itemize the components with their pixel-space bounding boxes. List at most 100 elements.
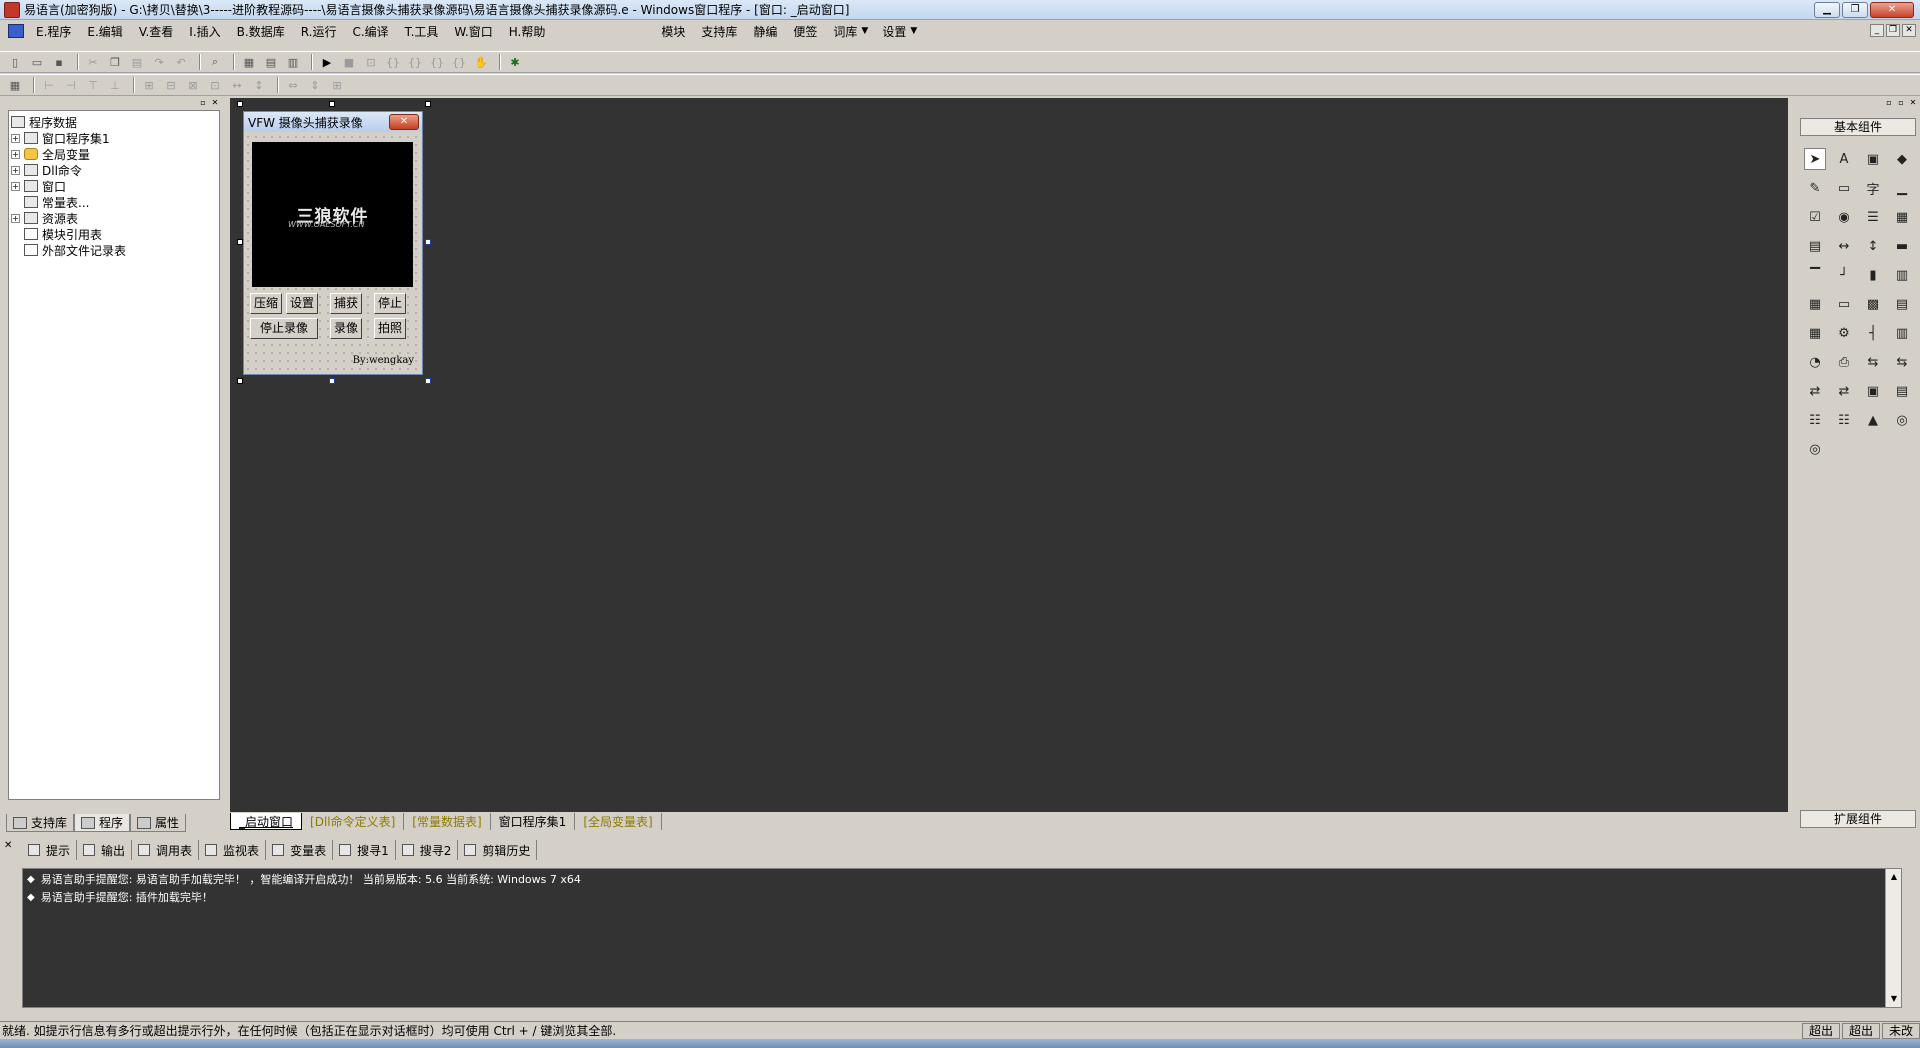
settings-dropdown-icon[interactable]: ▼ — [910, 26, 917, 36]
scroll-up-icon[interactable]: ▲ — [1886, 869, 1902, 885]
mdi-restore-icon[interactable]: ❐ — [1886, 24, 1900, 37]
label-icon[interactable]: A — [1833, 148, 1855, 170]
menu-program[interactable]: E.程序 — [28, 23, 79, 40]
socket-icon[interactable]: ⇆ — [1891, 351, 1913, 373]
redo-icon[interactable]: ↷ — [150, 53, 168, 71]
tab-startup-window[interactable]: _启动窗口 — [230, 813, 303, 830]
tab-hints[interactable]: 提示 — [22, 840, 78, 860]
calendar-icon[interactable]: ▦ — [1804, 293, 1826, 315]
copy-icon[interactable]: ❐ — [106, 53, 124, 71]
run-to-cursor-icon[interactable]: {} — [450, 53, 468, 71]
stop-record-button[interactable]: 停止录像 — [250, 318, 318, 339]
stop-button[interactable]: 停止 — [374, 293, 406, 314]
tree-item[interactable]: + Dll命令 — [11, 162, 217, 178]
tab-program[interactable]: 程序 — [74, 814, 131, 832]
size-height-icon[interactable]: ⇕ — [306, 76, 324, 94]
program-icon[interactable] — [8, 24, 24, 38]
panel-restore-icon[interactable]: ▫ — [1896, 98, 1906, 108]
snapshot-button[interactable]: 拍照 — [374, 318, 406, 339]
resize-handle[interactable] — [329, 101, 335, 107]
menu-static-compile[interactable]: 静编 — [745, 23, 785, 40]
form-body[interactable]: 三狼软件 WWW.OAESOFT.CN 压缩 设置 捕获 停止 停止录像 录像 … — [244, 133, 422, 374]
serial-icon[interactable]: ⇆ — [1862, 351, 1884, 373]
expand-icon[interactable]: + — [11, 165, 20, 175]
resize-handle[interactable] — [425, 101, 431, 107]
menu-view[interactable]: V.查看 — [131, 23, 181, 40]
tabs-icon[interactable]: ▥ — [1891, 264, 1913, 286]
shape-icon[interactable]: ◆ — [1891, 148, 1913, 170]
center-v-icon[interactable]: ⊟ — [162, 76, 180, 94]
extended-components-button[interactable]: 扩展组件 — [1800, 810, 1916, 828]
slider-icon[interactable]: ┘ — [1833, 264, 1855, 286]
capture-button[interactable]: 捕获 — [330, 293, 362, 314]
menu-support-lib[interactable]: 支持库 — [693, 23, 745, 40]
list-icon[interactable]: ☰ — [1862, 206, 1884, 228]
table-icon[interactable]: ▤ — [1804, 235, 1826, 257]
menu-dictionary[interactable]: 词库 — [825, 23, 865, 40]
expand-icon[interactable]: + — [11, 133, 20, 143]
tree-item[interactable]: 模块引用表 — [11, 226, 217, 242]
tree-item[interactable]: 常量表... — [11, 194, 217, 210]
resize-handle[interactable] — [329, 378, 335, 384]
grid-icon[interactable]: ▦ — [1891, 206, 1913, 228]
project-tree[interactable]: 程序数据 + 窗口程序集1 + 全局变量 + Dll命令 + 窗口 常量表... — [8, 110, 220, 800]
hand-icon[interactable]: ✋ — [472, 53, 490, 71]
doc-icon[interactable]: ▤ — [1891, 293, 1913, 315]
maximize-button[interactable]: ❐ — [1842, 2, 1868, 18]
splitter-icon[interactable]: ┤ — [1862, 322, 1884, 344]
panel-pin-icon[interactable]: ▫ — [1884, 98, 1894, 108]
align-left-icon[interactable]: ⊢ — [40, 76, 58, 94]
stop-icon[interactable]: ■ — [340, 53, 358, 71]
scroll-down-icon[interactable]: ▼ — [1886, 991, 1902, 1007]
resize-handle[interactable] — [237, 239, 243, 245]
tab-clip-history[interactable]: 剪辑历史 — [458, 840, 538, 860]
close-button[interactable]: ✕ — [1870, 2, 1914, 18]
tree-item[interactable]: + 窗口 — [11, 178, 217, 194]
calculator-icon[interactable]: ▦ — [6, 76, 24, 94]
align-top-icon[interactable]: ⊤ — [84, 76, 102, 94]
scroll-v-icon[interactable]: ↕ — [1862, 235, 1884, 257]
resize-handle[interactable] — [237, 378, 243, 384]
mdi-minimize-icon[interactable]: _ — [1870, 24, 1884, 37]
menu-tools[interactable]: T.工具 — [397, 23, 447, 40]
record-button[interactable]: 录像 — [330, 318, 362, 339]
designed-form[interactable]: VFW 摄像头捕获录像 ✕ 三狼软件 WWW.OAESOFT.CN 压缩 设置 … — [243, 111, 423, 375]
tab-call-stack[interactable]: 调用表 — [132, 840, 200, 860]
net-icon[interactable]: ⚙ — [1833, 322, 1855, 344]
scroll-h-icon[interactable]: ↔ — [1833, 235, 1855, 257]
menu-run[interactable]: R.运行 — [293, 23, 345, 40]
space-h-icon[interactable]: ⊠ — [184, 76, 202, 94]
step-in-icon[interactable]: {} — [384, 53, 402, 71]
tree-root[interactable]: 程序数据 — [11, 114, 217, 130]
minimize-button[interactable]: ▁ — [1814, 2, 1840, 18]
layout-2-icon[interactable]: ▤ — [262, 53, 280, 71]
form-close-icon[interactable]: ✕ — [389, 114, 419, 130]
mdi-close-icon[interactable]: ✕ — [1902, 24, 1916, 37]
client-icon[interactable]: ⇄ — [1804, 380, 1826, 402]
settings-button[interactable]: 设置 — [286, 293, 318, 314]
tab-watch[interactable]: 监视表 — [199, 840, 267, 860]
size-width-icon[interactable]: ⇔ — [284, 76, 302, 94]
panel-close-icon[interactable]: ✕ — [210, 98, 220, 108]
menu-window[interactable]: W.窗口 — [446, 23, 500, 40]
menu-database[interactable]: B.数据库 — [229, 23, 293, 40]
tab-output[interactable]: 输出 — [77, 840, 133, 860]
run-icon[interactable]: ▶ — [318, 53, 336, 71]
tab-search1[interactable]: 搜寻1 — [333, 840, 396, 860]
resize-handle[interactable] — [237, 101, 243, 107]
menu-settings[interactable]: 设置 — [874, 23, 914, 40]
menu-insert[interactable]: I.插入 — [181, 23, 228, 40]
progress-icon[interactable]: ▬ — [1891, 235, 1913, 257]
dictionary-dropdown-icon[interactable]: ▼ — [861, 26, 868, 36]
tab-support-lib[interactable]: 支持库 — [6, 814, 75, 832]
frame-icon[interactable]: ▭ — [1833, 177, 1855, 199]
tab-variables[interactable]: 变量表 — [266, 840, 334, 860]
tab-properties[interactable]: 属性 — [130, 814, 187, 832]
menu-compile[interactable]: C.编译 — [344, 23, 396, 40]
same-height-icon[interactable]: ↕ — [250, 76, 268, 94]
expand-icon[interactable]: + — [11, 181, 20, 191]
expand-icon[interactable]: + — [11, 213, 20, 223]
open-folder-icon[interactable]: ▭ — [28, 53, 46, 71]
timer-icon[interactable]: ◔ — [1804, 351, 1826, 373]
output-log[interactable]: ◆ 易语言助手提醒您: 易语言助手加载完毕！ ，智能编译开启成功！ 当前易版本:… — [22, 868, 1902, 1008]
